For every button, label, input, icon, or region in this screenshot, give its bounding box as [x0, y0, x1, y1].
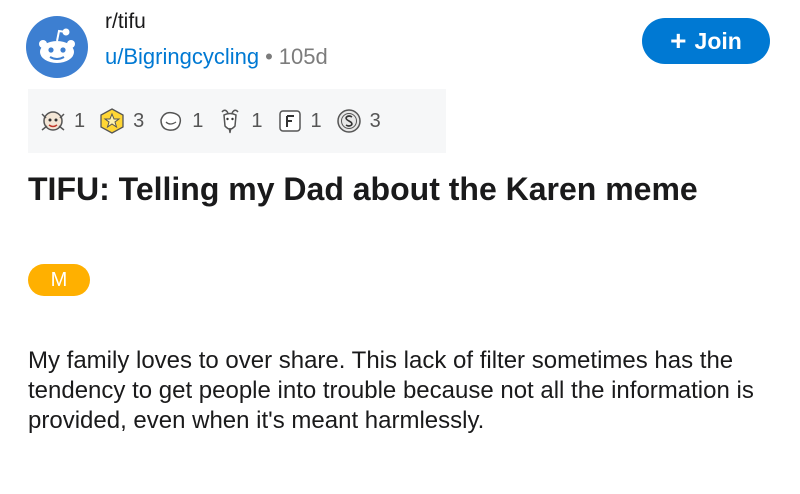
gold-star-award-icon: [100, 108, 124, 134]
award-press-f[interactable]: 1: [275, 106, 322, 136]
meta-separator: •: [265, 44, 273, 69]
post-title[interactable]: TIFU: Telling my Dad about the Karen mem…: [28, 168, 728, 210]
awards-bar[interactable]: 1 3 1 1 1 3: [28, 89, 446, 153]
award-goat[interactable]: 1: [215, 106, 263, 136]
reddit-alien-icon: [39, 28, 75, 63]
award-wholesome[interactable]: 1: [38, 106, 85, 136]
wholesome-award-icon: [41, 111, 65, 131]
award-count: 1: [74, 109, 86, 132]
award-count: 1: [192, 109, 204, 132]
award-silver[interactable]: 3: [334, 106, 381, 136]
join-button-label: Join: [694, 27, 742, 54]
subreddit-avatar[interactable]: [26, 16, 88, 78]
plus-icon: +: [670, 25, 687, 56]
join-button[interactable]: + Join: [642, 18, 770, 64]
press-f-award-icon: [278, 110, 301, 132]
goat-award-icon: [221, 109, 239, 134]
award-gold[interactable]: 3: [97, 106, 144, 136]
post-meta: u/Bigringcycling • 105d: [105, 44, 328, 70]
post-flair[interactable]: M: [28, 264, 90, 296]
silver-coin-award-icon: [336, 109, 361, 133]
award-hugz[interactable]: 1: [156, 106, 203, 136]
award-count: 1: [310, 109, 322, 132]
author-link[interactable]: u/Bigringcycling: [105, 44, 259, 69]
subreddit-name[interactable]: r/tifu: [105, 10, 146, 34]
award-count: 1: [251, 109, 263, 132]
hugz-award-icon: [160, 111, 182, 131]
post-body: My family loves to over share. This lack…: [28, 347, 754, 434]
award-count: 3: [133, 109, 145, 132]
post-age: 105d: [278, 44, 328, 69]
award-count: 3: [369, 109, 381, 132]
